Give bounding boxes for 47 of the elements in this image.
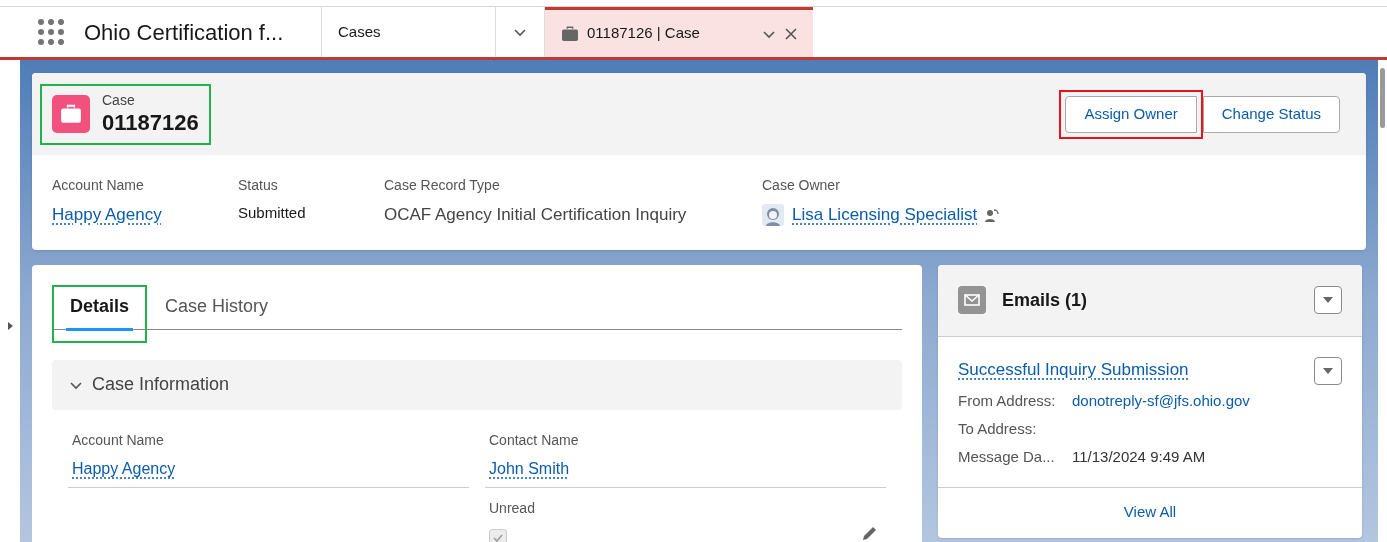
link[interactable]: Happy Agency — [52, 202, 238, 228]
tab[interactable]: Case History — [161, 292, 273, 331]
link[interactable]: John Smith — [489, 459, 570, 477]
action-button[interactable]: Change Status — [1202, 95, 1340, 133]
email-field-label: Message Da... — [958, 447, 1056, 468]
email-field-label: To Address: — [958, 419, 1038, 440]
triangle-down-icon — [1323, 367, 1333, 374]
card-title: Emails (1) — [1002, 288, 1088, 312]
change-owner-icon[interactable] — [985, 207, 1000, 222]
section-title: Case Information — [92, 373, 230, 396]
briefcase-icon — [60, 104, 82, 124]
email-address-link[interactable]: donotreply-sf@jfs.ohio.gov — [1072, 390, 1250, 413]
field-label: Account Name — [52, 176, 145, 195]
check-icon — [493, 533, 503, 542]
briefcase-icon — [561, 25, 579, 42]
field-label: Unread — [489, 498, 536, 518]
email-subject-link[interactable]: Successful Inquiry Submission — [958, 356, 1189, 383]
field-label: Contact Name — [489, 430, 580, 450]
field-value: OCAF Agency Initial Certification Inquiry — [384, 204, 688, 226]
field-label: Case Record Type — [384, 176, 501, 195]
record-tab[interactable]: 01187126 | Case — [545, 7, 813, 57]
field-label: Account Name — [72, 430, 165, 450]
dropdown-button[interactable] — [1314, 286, 1342, 315]
object-label: Case — [102, 91, 136, 109]
email-field-value: 11/13/2024 9:49 AM — [1072, 447, 1206, 468]
tab[interactable]: Details — [66, 292, 134, 331]
field-label: Case Owner — [762, 176, 841, 195]
avatar-icon — [762, 203, 784, 226]
section-header[interactable]: Case Information — [52, 359, 902, 410]
dropdown-button[interactable] — [1314, 356, 1342, 385]
scrollbar-thumb[interactable] — [1380, 68, 1385, 128]
email-icon — [958, 286, 986, 315]
link[interactable]: Lisa Licensing Specialist — [792, 202, 978, 228]
field-label: Status — [238, 176, 279, 195]
record-number: 01187126 — [102, 109, 199, 137]
email-field-label: From Address: — [958, 391, 1057, 412]
action-button[interactable]: Assign Owner — [1065, 95, 1197, 133]
close-icon[interactable] — [785, 27, 797, 40]
app-launcher-icon[interactable] — [38, 19, 64, 45]
pencil-icon[interactable] — [862, 524, 878, 541]
tab-label: 01187126 | Case — [587, 23, 701, 44]
field-value: Submitted — [238, 203, 307, 223]
link[interactable]: Happy Agency — [72, 459, 176, 477]
app-name: Ohio Certification f... — [84, 18, 284, 47]
view-all-link[interactable]: View All — [938, 487, 1362, 538]
expand-arrow-icon[interactable] — [7, 322, 13, 330]
triangle-down-icon — [1323, 297, 1333, 304]
